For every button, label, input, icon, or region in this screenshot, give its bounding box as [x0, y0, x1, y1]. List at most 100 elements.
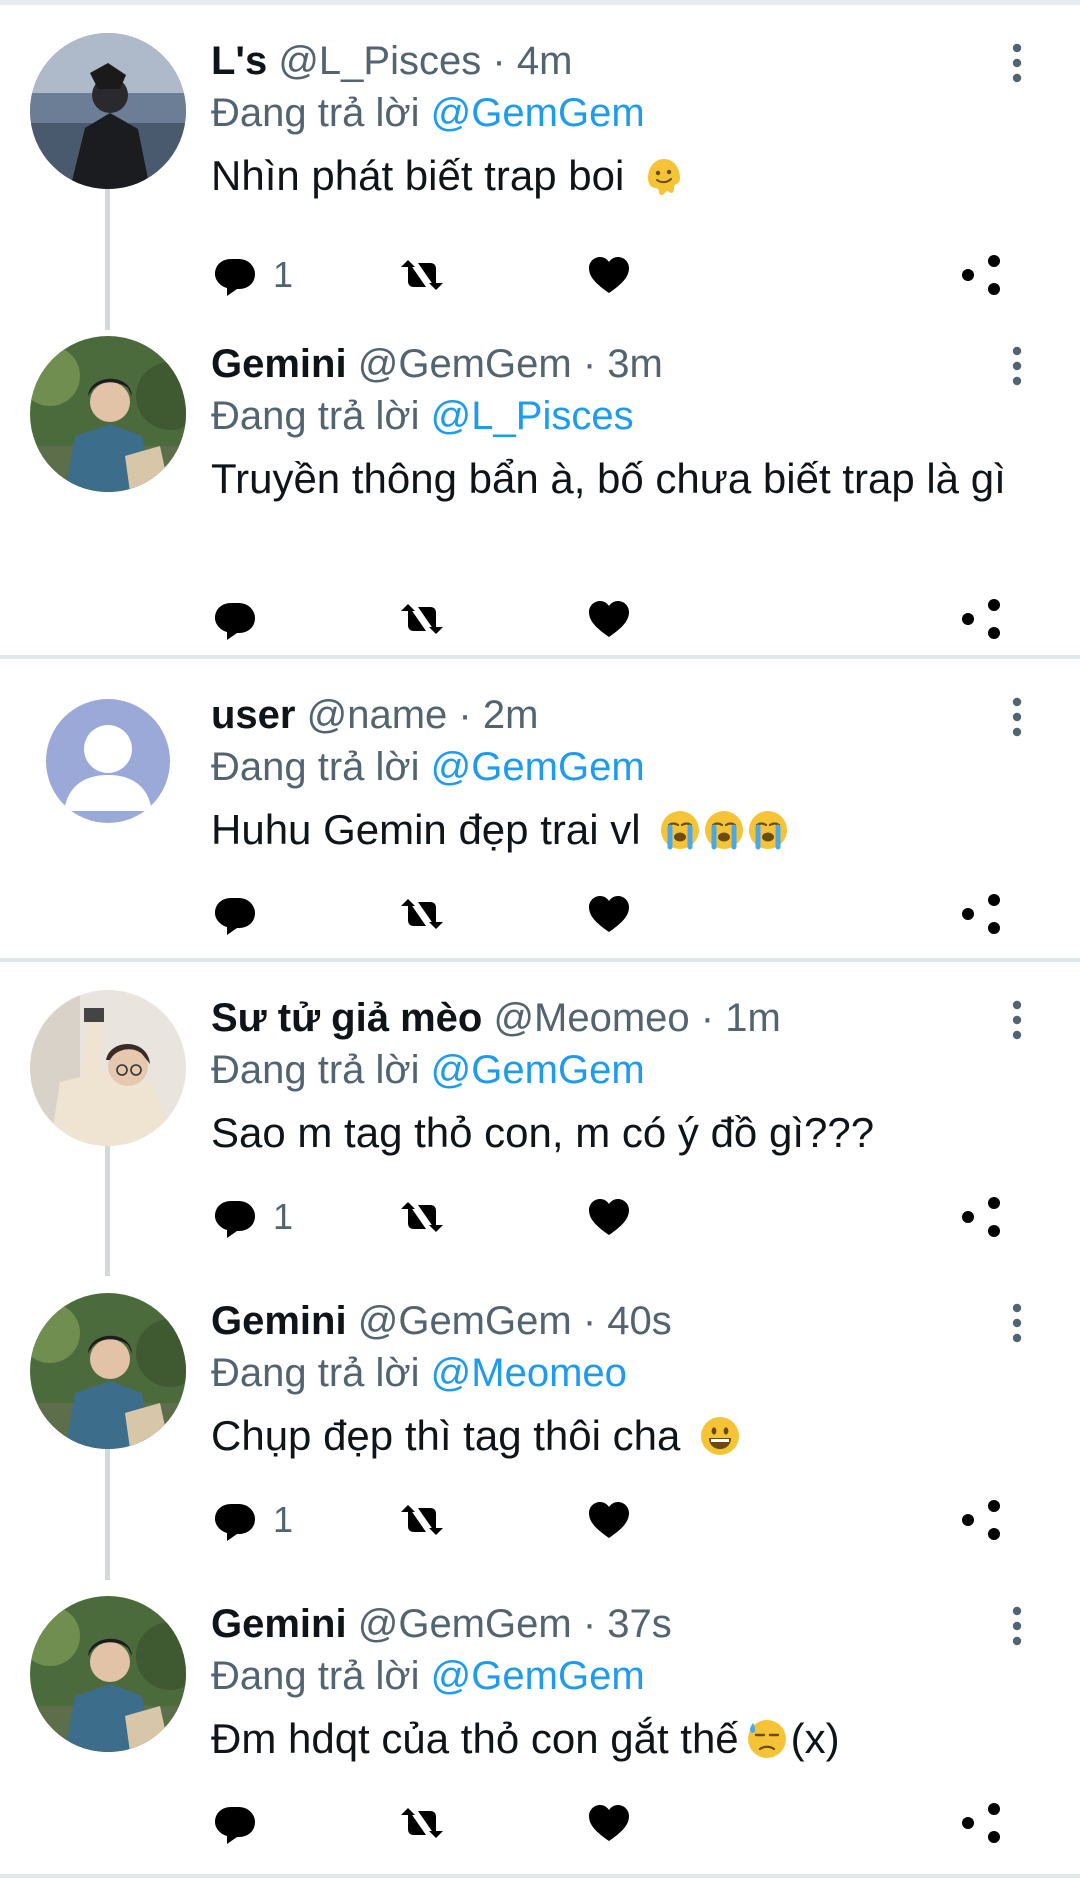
tweet[interactable]: Sư tử giả mèo @Meomeo · 1m Đang trả lời …	[0, 962, 1080, 1265]
reply-count: 1	[273, 254, 294, 295]
separator-dot: ·	[582, 1602, 597, 1646]
like-button[interactable]	[585, 1793, 633, 1853]
like-button[interactable]	[585, 1490, 633, 1550]
reply-button[interactable]	[211, 589, 273, 649]
reply-icon	[211, 1193, 259, 1241]
tweet[interactable]: Gemini @GemGem · 40s Đang trả lời @Meome…	[0, 1265, 1080, 1568]
avatar[interactable]	[30, 1293, 186, 1449]
thread-divider	[0, 1874, 1080, 1878]
timestamp[interactable]: 37s	[607, 1602, 672, 1646]
like-button[interactable]	[585, 884, 633, 944]
tweet[interactable]: Gemini @GemGem · 37s Đang trả lời @GemGe…	[0, 1568, 1080, 1871]
stats-button[interactable]	[772, 1490, 820, 1550]
tweet-header: Gemini @GemGem · 37s	[211, 1598, 672, 1650]
replying-to-label: Đang trả lời	[211, 745, 420, 789]
share-button[interactable]	[958, 589, 1006, 649]
reply-count: 1	[273, 1196, 294, 1237]
reply-button[interactable]	[211, 884, 273, 944]
retweet-button[interactable]	[398, 245, 446, 305]
like-icon	[585, 1193, 633, 1241]
reply-button[interactable]	[211, 1793, 273, 1853]
retweet-button[interactable]	[398, 1187, 446, 1247]
replying-to: Đang trả lời @GemGem	[211, 87, 645, 139]
avatar[interactable]	[30, 990, 186, 1146]
stats-icon	[772, 1193, 820, 1241]
display-name[interactable]: Gemini	[211, 1299, 347, 1343]
reply-icon	[211, 1799, 259, 1847]
share-icon	[958, 595, 1006, 643]
tweet[interactable]: Gemini @GemGem · 3m Đang trả lời @L_Pisc…	[0, 308, 1080, 653]
display-name[interactable]: Gemini	[211, 1602, 347, 1646]
display-name[interactable]: user	[211, 693, 296, 737]
mention-link[interactable]: @GemGem	[431, 91, 645, 135]
stats-button[interactable]	[772, 1793, 820, 1853]
timestamp[interactable]: 3m	[607, 342, 663, 386]
timestamp[interactable]: 4m	[517, 39, 573, 83]
share-button[interactable]	[958, 884, 1006, 944]
like-button[interactable]	[585, 1187, 633, 1247]
reply-icon	[211, 595, 259, 643]
avatar[interactable]	[30, 1596, 186, 1752]
more-icon[interactable]	[1005, 1606, 1029, 1646]
like-button[interactable]	[585, 589, 633, 649]
retweet-icon	[398, 251, 446, 299]
user-handle[interactable]: @GemGem	[358, 1602, 572, 1646]
share-button[interactable]	[958, 1490, 1006, 1550]
mention-link[interactable]: @L_Pisces	[431, 394, 634, 438]
share-button[interactable]	[958, 1793, 1006, 1853]
avatar[interactable]	[46, 699, 170, 823]
retweet-button[interactable]	[398, 884, 446, 944]
tweet-text: Truyền thông bẩn à, bố chưa biết trap là…	[211, 454, 1011, 504]
tweet[interactable]: L's @L_Pisces · 4m Đang trả lời @GemGem …	[0, 5, 1080, 308]
retweet-button[interactable]	[398, 1793, 446, 1853]
display-name[interactable]: L's	[211, 39, 267, 83]
reply-count: 1	[273, 1499, 294, 1540]
reply-button[interactable]: 1	[211, 1187, 293, 1247]
mention-link[interactable]: @GemGem	[431, 745, 645, 789]
stats-button[interactable]	[772, 589, 820, 649]
avatar[interactable]	[30, 33, 186, 189]
display-name[interactable]: Gemini	[211, 342, 347, 386]
reply-button[interactable]: 1	[211, 245, 293, 305]
action-bar	[0, 884, 1080, 944]
retweet-button[interactable]	[398, 589, 446, 649]
like-button[interactable]	[585, 245, 633, 305]
tweet-text-content: Huhu Gemin đẹp trai vl	[211, 806, 641, 853]
timestamp[interactable]: 2m	[483, 693, 539, 737]
mention-link[interactable]: @Meomeo	[431, 1351, 627, 1395]
retweet-button[interactable]	[398, 1490, 446, 1550]
separator-dot: ·	[700, 996, 715, 1040]
stats-icon	[772, 1799, 820, 1847]
tweet-header: Sư tử giả mèo @Meomeo · 1m	[211, 992, 781, 1044]
more-icon[interactable]	[1005, 1000, 1029, 1040]
stats-button[interactable]	[772, 245, 820, 305]
loudly-crying-face-emoji-icon	[658, 808, 702, 852]
mention-link[interactable]: @GemGem	[431, 1654, 645, 1698]
user-handle[interactable]: @GemGem	[358, 342, 572, 386]
tweet[interactable]: user @name · 2m Đang trả lời @GemGem Huh…	[0, 659, 1080, 962]
display-name[interactable]: Sư tử giả mèo	[211, 996, 482, 1040]
separator-dot: ·	[582, 342, 597, 386]
user-handle[interactable]: @name	[307, 693, 448, 737]
tweet-text: Nhìn phát biết trap boi	[211, 151, 1011, 201]
user-handle[interactable]: @Meomeo	[493, 996, 689, 1040]
action-bar	[0, 589, 1080, 649]
tweet-text: Đm hdqt của thỏ con gắt thế (x)	[211, 1714, 1011, 1764]
share-button[interactable]	[958, 1187, 1006, 1247]
avatar[interactable]	[30, 336, 186, 492]
user-handle[interactable]: @GemGem	[358, 1299, 572, 1343]
tweet-text: Chụp đẹp thì tag thôi cha	[211, 1411, 1011, 1461]
timestamp[interactable]: 40s	[607, 1299, 672, 1343]
user-handle[interactable]: @L_Pisces	[278, 39, 481, 83]
more-icon[interactable]	[1005, 43, 1029, 83]
more-icon[interactable]	[1005, 346, 1029, 386]
reply-button[interactable]: 1	[211, 1490, 293, 1550]
more-icon[interactable]	[1005, 1303, 1029, 1343]
mention-link[interactable]: @GemGem	[431, 1048, 645, 1092]
timestamp[interactable]: 1m	[725, 996, 781, 1040]
tweet-text: Sao m tag thỏ con, m có ý đồ gì???	[211, 1108, 1011, 1158]
stats-button[interactable]	[772, 1187, 820, 1247]
stats-button[interactable]	[772, 884, 820, 944]
more-icon[interactable]	[1005, 697, 1029, 737]
share-button[interactable]	[958, 245, 1006, 305]
